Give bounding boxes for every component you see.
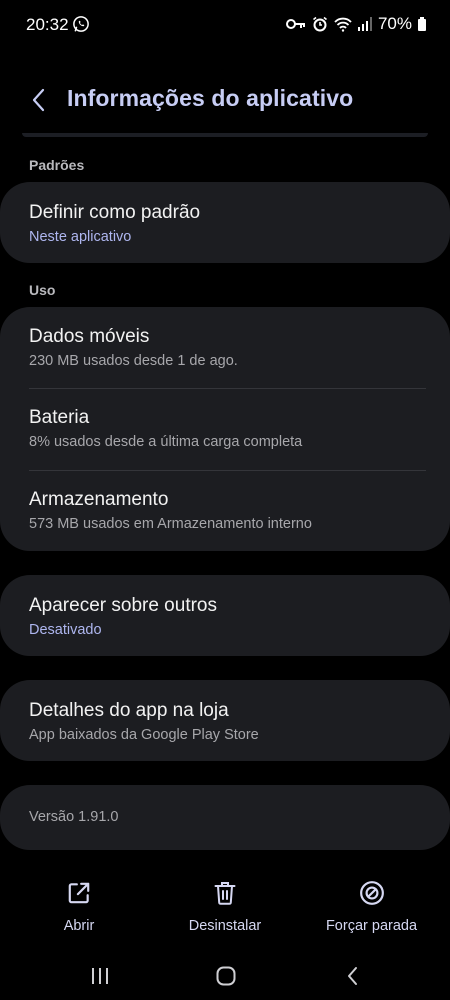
store-details-subtitle: App baixados da Google Play Store	[29, 727, 259, 743]
set-as-default-item[interactable]: Definir como padrão Neste aplicativo	[29, 202, 426, 245]
nav-back-button[interactable]	[337, 963, 367, 989]
appear-on-top-item[interactable]: Aparecer sobre outros Desativado	[29, 595, 426, 638]
row-divider	[29, 388, 426, 389]
status-bar: 20:32 70%	[0, 0, 450, 50]
set-as-default-subtitle: Neste aplicativo	[29, 229, 132, 245]
status-time: 20:32	[26, 15, 69, 34]
force-stop-button[interactable]: Forçar parada	[320, 880, 423, 934]
home-button[interactable]	[211, 963, 241, 989]
row-divider	[29, 470, 426, 471]
force-stop-label: Forçar parada	[325, 918, 418, 934]
uninstall-button[interactable]: Desinstalar	[180, 880, 270, 934]
battery-title: Bateria	[29, 407, 90, 428]
force-stop-icon	[359, 881, 384, 905]
battery-subtitle: 8% usados desde a última carga completa	[29, 434, 303, 450]
home-icon	[216, 966, 236, 986]
nav-back-icon	[348, 967, 357, 985]
trash-icon	[214, 882, 236, 905]
signal-icon	[357, 17, 372, 31]
storage-item[interactable]: Armazenamento 573 MB usados em Armazenam…	[29, 489, 426, 532]
key-icon	[285, 19, 305, 29]
mobile-data-item[interactable]: Dados móveis 230 MB usados desde 1 de ag…	[29, 326, 426, 369]
defaults-card: Definir como padrão Neste aplicativo	[0, 182, 450, 263]
storage-subtitle: 573 MB usados em Armazenamento interno	[29, 516, 312, 532]
page-title: Informações do aplicativo	[67, 85, 354, 111]
open-button[interactable]: Abrir	[44, 880, 114, 934]
storage-title: Armazenamento	[29, 489, 169, 510]
battery-icon	[418, 17, 426, 31]
alarm-icon	[312, 16, 327, 32]
whatsapp-icon	[73, 16, 89, 32]
battery-item[interactable]: Bateria 8% usados desde a última carga c…	[29, 407, 426, 450]
system-navigation-bar	[0, 955, 450, 995]
section-label-defaults: Padrões	[29, 157, 85, 173]
overlay-card: Aparecer sobre outros Desativado	[0, 575, 450, 656]
appear-on-top-title: Aparecer sobre outros	[29, 595, 217, 616]
recent-apps-icon	[92, 968, 108, 984]
set-as-default-title: Definir como padrão	[29, 202, 201, 223]
battery-percent: 70%	[377, 14, 412, 33]
appear-on-top-subtitle: Desativado	[29, 622, 102, 638]
uninstall-label: Desinstalar	[188, 918, 262, 934]
open-label: Abrir	[63, 918, 95, 934]
mobile-data-title: Dados móveis	[29, 326, 150, 347]
back-arrow-icon	[32, 88, 45, 112]
mobile-data-subtitle: 230 MB usados desde 1 de ago.	[29, 353, 238, 369]
version-card: Versão 1.91.0	[0, 785, 450, 850]
wifi-icon	[334, 17, 352, 32]
usage-card: Dados móveis 230 MB usados desde 1 de ag…	[0, 307, 450, 551]
section-label-usage: Uso	[29, 282, 56, 298]
app-bar: Informações do aplicativo	[0, 80, 450, 120]
store-details-title: Detalhes do app na loja	[29, 700, 229, 721]
back-button[interactable]	[22, 84, 54, 116]
scroll-divider	[22, 133, 428, 137]
store-details-item[interactable]: Detalhes do app na loja App baixados da …	[29, 700, 426, 743]
version-text: Versão 1.91.0	[29, 809, 119, 825]
open-external-icon	[68, 882, 90, 904]
store-card: Detalhes do app na loja App baixados da …	[0, 680, 450, 761]
recent-apps-button[interactable]	[85, 963, 115, 989]
